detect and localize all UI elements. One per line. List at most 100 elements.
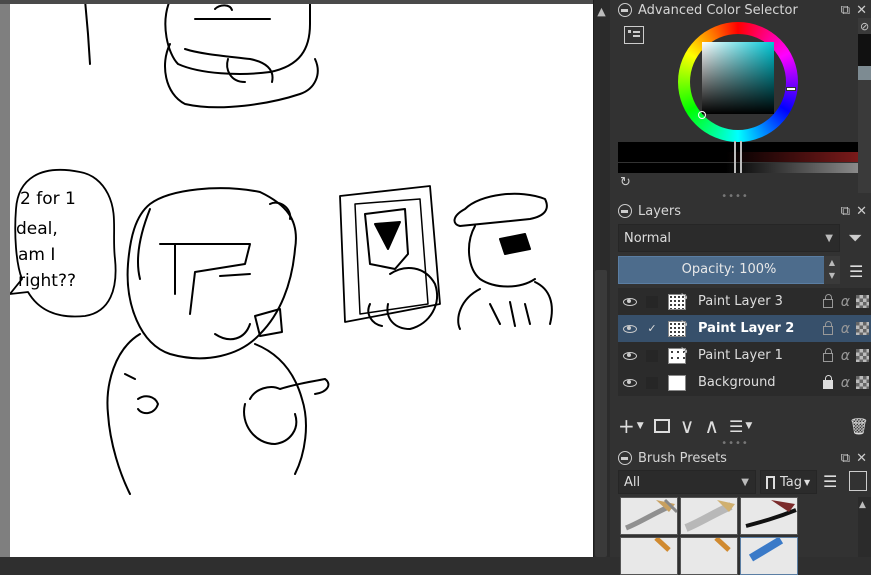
layer-toolbar: + ▼ ∨ ∧ ☰ ▼ 🗑 bbox=[618, 412, 871, 440]
right-color-strip-gray bbox=[858, 66, 871, 80]
brush-filter-select[interactable]: All ▼ bbox=[618, 470, 756, 494]
alpha-lock-icon[interactable]: α bbox=[841, 348, 850, 364]
filter-icon[interactable]: ⏷ bbox=[848, 228, 862, 249]
color-selector-titlebar: Advanced Color Selector ⧉ ✕ bbox=[610, 0, 871, 20]
scroll-up-arrow-icon[interactable]: ▲ bbox=[594, 4, 609, 19]
tag-button[interactable]: Tag ▼ bbox=[760, 470, 817, 494]
opacity-spinner[interactable]: ▲ ▼ bbox=[824, 256, 840, 284]
close-docker-icon[interactable]: ✕ bbox=[856, 204, 867, 219]
blend-mode-select[interactable]: Normal ▼ bbox=[618, 224, 840, 252]
opacity-label: Opacity: 100% bbox=[681, 262, 777, 277]
close-docker-icon[interactable]: ✕ bbox=[856, 3, 867, 18]
layer-name: Paint Layer 2 bbox=[698, 321, 795, 336]
svg-text:am I: am I bbox=[18, 245, 55, 265]
layer-row-paint-layer-3[interactable]: ↘ Paint Layer 3 α bbox=[618, 288, 871, 315]
float-docker-icon[interactable]: ⧉ bbox=[841, 3, 850, 18]
svg-text:right??: right?? bbox=[18, 271, 76, 291]
locked-icon[interactable] bbox=[822, 374, 833, 389]
alpha-lock-icon[interactable]: α bbox=[841, 321, 850, 337]
brush-preset-ink-pen[interactable] bbox=[620, 497, 678, 535]
properties-dropdown-icon[interactable]: ▼ bbox=[745, 421, 752, 431]
tag-label: Tag bbox=[780, 474, 803, 490]
alpha-lock-icon[interactable]: α bbox=[841, 294, 850, 310]
svg-text:2 for 1: 2 for 1 bbox=[20, 189, 76, 209]
layer-properties-icon[interactable]: ☰ bbox=[729, 417, 743, 436]
color-selector-title: Advanced Color Selector bbox=[638, 2, 798, 18]
layer-link-icon: ↘ bbox=[680, 318, 689, 329]
splitter-grip[interactable]: •••• bbox=[610, 192, 860, 202]
delete-layer-icon[interactable]: 🗑 bbox=[849, 417, 869, 436]
layer-name: Paint Layer 3 bbox=[698, 294, 783, 309]
blend-mode-value: Normal bbox=[624, 230, 672, 246]
alpha-lock-icon[interactable]: α bbox=[841, 375, 850, 391]
unlocked-icon[interactable] bbox=[822, 320, 833, 335]
brush-list-view-icon[interactable]: ☰ bbox=[823, 472, 837, 491]
chevron-down-icon: ▼ bbox=[804, 477, 811, 487]
layer-menu-icon[interactable]: ☰ bbox=[849, 262, 863, 281]
right-color-strip-dark bbox=[858, 34, 871, 66]
brush-preset-eraser[interactable] bbox=[740, 537, 798, 575]
opacity-slider[interactable]: Opacity: 100% bbox=[618, 256, 840, 284]
layer-row-background[interactable]: Background α bbox=[618, 369, 871, 396]
layers-title: Layers bbox=[638, 203, 682, 219]
inherit-alpha-icon[interactable] bbox=[856, 376, 869, 389]
scroll-up-arrow-icon[interactable]: ▲ bbox=[859, 500, 866, 510]
layer-checkbox[interactable] bbox=[646, 349, 658, 362]
layers-titlebar: Layers ⧉ ✕ bbox=[610, 201, 871, 221]
drawing-canvas[interactable]: 2 for 1 deal, am I right?? bbox=[10, 4, 593, 557]
visibility-eye-icon[interactable] bbox=[623, 297, 637, 306]
brush-presets-title: Brush Presets bbox=[638, 450, 727, 466]
hue-cursor[interactable] bbox=[786, 87, 796, 91]
brush-info-icon[interactable] bbox=[849, 471, 867, 491]
visibility-eye-icon[interactable] bbox=[623, 378, 637, 387]
sv-cursor[interactable] bbox=[698, 111, 706, 119]
unlocked-icon[interactable] bbox=[822, 293, 833, 308]
splitter-grip[interactable]: •••• bbox=[610, 439, 860, 449]
layer-name: Paint Layer 1 bbox=[698, 348, 783, 363]
lock-docker-icon[interactable] bbox=[618, 204, 632, 218]
brush-preset-crayon[interactable] bbox=[680, 537, 738, 575]
move-layer-down-icon[interactable]: ∨ bbox=[680, 414, 695, 438]
chevron-down-icon: ▼ bbox=[825, 232, 833, 244]
brush-preset-pencil[interactable] bbox=[620, 537, 678, 575]
sketch-drawing: 2 for 1 deal, am I right?? bbox=[10, 4, 553, 495]
float-docker-icon[interactable]: ⧉ bbox=[841, 204, 850, 219]
move-layer-up-icon[interactable]: ∧ bbox=[704, 414, 719, 438]
layer-row-paint-layer-2[interactable]: ✓ ↘ Paint Layer 2 α bbox=[618, 315, 871, 342]
brush-preset-marker[interactable] bbox=[740, 497, 798, 535]
shade-handle[interactable] bbox=[734, 141, 742, 173]
add-layer-icon[interactable]: + bbox=[618, 414, 635, 438]
bookmark-icon bbox=[766, 475, 775, 489]
visibility-eye-icon[interactable] bbox=[623, 351, 637, 360]
lock-docker-icon[interactable] bbox=[618, 451, 632, 465]
visibility-eye-icon[interactable] bbox=[623, 324, 637, 333]
no-color-icon[interactable]: ⊘ bbox=[860, 20, 869, 33]
scrollbar-thumb[interactable] bbox=[595, 270, 607, 557]
layer-checkbox[interactable]: ✓ bbox=[646, 322, 658, 335]
layer-checkbox[interactable] bbox=[646, 295, 658, 308]
inherit-alpha-icon[interactable] bbox=[856, 349, 869, 362]
layer-link-icon: ↘ bbox=[680, 345, 689, 356]
close-docker-icon[interactable]: ✕ bbox=[856, 451, 867, 466]
brush-filter-value: All bbox=[624, 474, 641, 490]
chevron-down-icon: ▼ bbox=[741, 476, 749, 488]
inherit-alpha-icon[interactable] bbox=[856, 322, 869, 335]
svg-text:deal,: deal, bbox=[16, 219, 58, 239]
layer-list: ↘ Paint Layer 3 α ✓ ↘ Paint Layer 2 α ↘ … bbox=[618, 288, 871, 396]
inherit-alpha-icon[interactable] bbox=[856, 295, 869, 308]
refresh-icon[interactable]: ↻ bbox=[620, 176, 632, 189]
layer-link-icon: ↘ bbox=[680, 291, 689, 302]
lock-docker-icon[interactable] bbox=[618, 3, 632, 17]
unlocked-icon[interactable] bbox=[822, 347, 833, 362]
float-docker-icon[interactable]: ⧉ bbox=[841, 451, 850, 466]
layer-checkbox[interactable] bbox=[646, 376, 658, 389]
add-layer-dropdown-icon[interactable]: ▼ bbox=[637, 421, 644, 431]
layer-thumbnail bbox=[668, 374, 686, 391]
color-selector-settings-icon[interactable] bbox=[624, 26, 644, 44]
layer-name: Background bbox=[698, 375, 776, 390]
saturation-value-square[interactable] bbox=[702, 42, 774, 114]
layer-row-paint-layer-1[interactable]: ↘ Paint Layer 1 α bbox=[618, 342, 871, 369]
duplicate-layer-icon[interactable] bbox=[653, 419, 670, 433]
brush-preset-airbrush[interactable] bbox=[680, 497, 738, 535]
brush-presets-titlebar: Brush Presets ⧉ ✕ bbox=[610, 448, 871, 468]
